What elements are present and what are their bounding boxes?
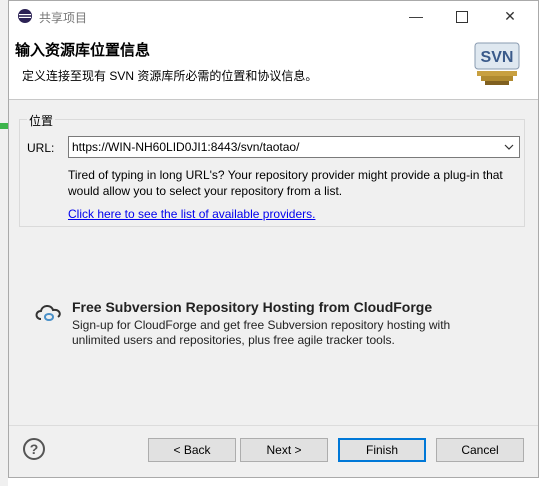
eclipse-icon (18, 9, 32, 23)
next-button[interactable]: Next > (240, 438, 328, 462)
background-window-strip (0, 0, 8, 486)
maximize-button[interactable] (439, 5, 485, 27)
cloudforge-title[interactable]: Free Subversion Repository Hosting from … (72, 299, 432, 315)
cloudforge-icon (35, 305, 61, 321)
window-title: 共享项目 (39, 11, 88, 25)
url-input[interactable] (69, 137, 495, 157)
wizard-header: 输入资源库位置信息 定义连接至现有 SVN 资源库所必需的位置和协议信息。 SV… (9, 31, 538, 100)
svn-logo-text: SVN (481, 49, 514, 66)
page-description: 定义连接至现有 SVN 资源库所必需的位置和协议信息。 (22, 69, 318, 83)
page-title: 输入资源库位置信息 (15, 42, 151, 59)
close-button[interactable]: ✕ (487, 5, 533, 27)
url-hint-text: Tired of typing in long URL's? Your repo… (68, 168, 503, 198)
url-label: URL: (27, 141, 55, 155)
minimize-button[interactable]: — (393, 5, 439, 27)
back-button[interactable]: < Back (148, 438, 236, 462)
location-group: 位置 URL: Tired of typing in long URL's? Y… (19, 112, 525, 227)
finish-button[interactable]: Finish (338, 438, 426, 462)
svn-logo-icon: SVN (474, 42, 520, 85)
cancel-button[interactable]: Cancel (436, 438, 524, 462)
url-combobox[interactable] (68, 136, 520, 158)
location-legend: 位置 (27, 112, 56, 129)
providers-link[interactable]: Click here to see the list of available … (68, 207, 315, 221)
background-progress-bar (0, 123, 8, 129)
share-project-dialog: 共享项目 — ✕ 输入资源库位置信息 定义连接至现有 SVN 资源库所必需的位置… (8, 0, 539, 478)
cloudforge-description: Sign-up for CloudForge and get free Subv… (72, 318, 451, 347)
footer-divider (9, 425, 538, 426)
chevron-down-icon[interactable] (503, 140, 515, 154)
help-icon[interactable]: ? (23, 438, 45, 460)
title-bar: 共享项目 — ✕ (9, 1, 538, 31)
